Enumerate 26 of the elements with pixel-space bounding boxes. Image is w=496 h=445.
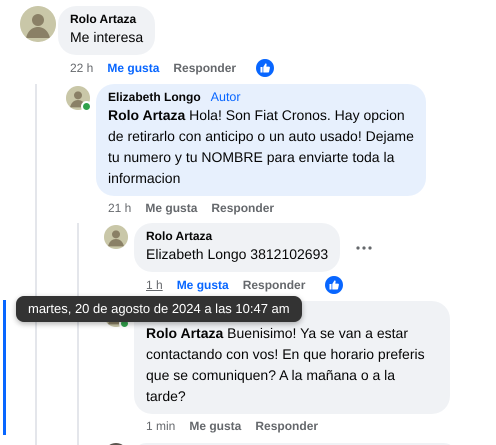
reply-link[interactable]: Responder bbox=[173, 60, 236, 76]
reply-link[interactable]: Responder bbox=[242, 277, 306, 293]
timestamp-link[interactable]: 1 min bbox=[146, 418, 176, 434]
avatar-icon[interactable] bbox=[20, 6, 56, 42]
date-tooltip: martes, 20 de agosto de 2024 a las 10:47 am bbox=[16, 296, 302, 322]
like-link[interactable]: Me gusta bbox=[107, 60, 160, 76]
author-name[interactable]: Elizabeth Longo bbox=[108, 90, 201, 104]
comment-text: Rolo Artaza Buenisimo! Ya se van a estar contactando con vos! En que horario preferis que se comuniquen? A la mañana o a la tarde? bbox=[146, 324, 426, 406]
comment-text: Me interesa bbox=[70, 28, 144, 47]
author-label: Autor bbox=[210, 90, 241, 104]
timestamp-link[interactable]: 22 h bbox=[70, 60, 94, 76]
like-icon bbox=[256, 59, 274, 77]
like-link[interactable]: Me gusta bbox=[145, 200, 198, 216]
avatar-icon[interactable] bbox=[104, 225, 128, 249]
author-name[interactable]: Rolo Artaza bbox=[70, 12, 136, 26]
comment-text: Rolo Artaza Hola! Son Fiat Cronos. Hay opcion de retirarlo con anticipo o un auto usado! Dejame tu numero y tu NOMBRE para enviarte toda la informacion bbox=[108, 106, 414, 188]
timestamp-link[interactable]: 21 h bbox=[108, 200, 132, 216]
reply-link[interactable]: Responder bbox=[211, 200, 274, 216]
comment-text: Elizabeth Longo 3812102693 bbox=[146, 245, 328, 264]
avatar-icon[interactable] bbox=[66, 86, 90, 110]
like-icon bbox=[325, 276, 344, 294]
author-name[interactable]: Rolo Artaza bbox=[146, 229, 212, 243]
like-link[interactable]: Me gusta bbox=[189, 418, 242, 434]
like-link[interactable]: Me gusta bbox=[176, 277, 229, 293]
timestamp-link[interactable]: 1 h bbox=[146, 277, 163, 293]
reply-link[interactable]: Responder bbox=[255, 418, 318, 434]
